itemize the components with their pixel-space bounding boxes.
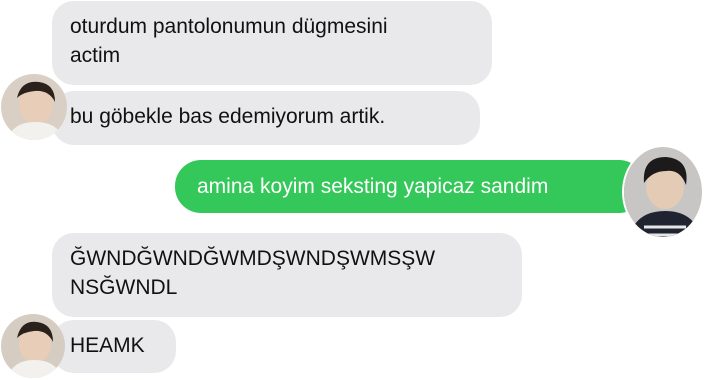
message-bubble-incoming[interactable]: HEAMK	[52, 320, 176, 373]
message-bubble-incoming[interactable]: ĞWNDĞWNDĞWMDŞWNDŞWMSŞW NSĞWNDL	[52, 233, 522, 317]
message-text: amina koyim seksting yapicaz sandim	[197, 175, 549, 198]
contact-photo-icon	[1, 314, 65, 378]
own-avatar[interactable]	[622, 145, 704, 239]
message-bubble-incoming[interactable]: oturdum pantolonumun dügmesini actim	[52, 1, 492, 85]
contact-photo-icon	[1, 74, 67, 140]
contact-avatar[interactable]	[1, 314, 65, 378]
message-bubble-outgoing[interactable]: amina koyim seksting yapicaz sandim	[175, 160, 645, 213]
contact-avatar[interactable]	[1, 74, 67, 140]
own-photo-icon	[624, 147, 702, 237]
message-bubble-incoming[interactable]: bu göbekle bas edemiyorum artik.	[52, 91, 480, 145]
